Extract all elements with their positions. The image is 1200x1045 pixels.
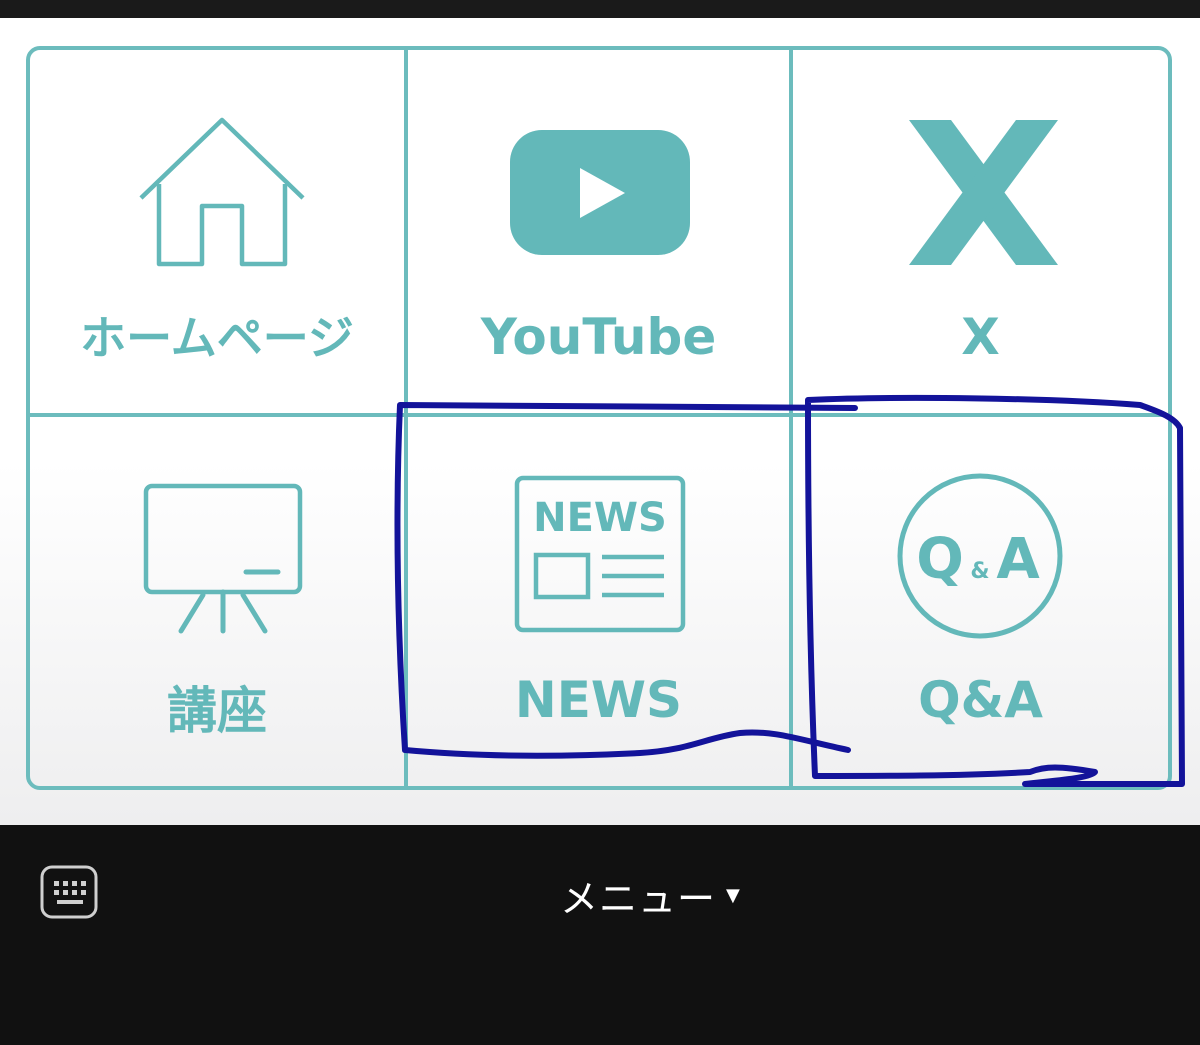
newspaper-icon: NEWS [514,475,686,633]
menu-item-qa[interactable]: Q & A Q&A [793,417,1168,786]
menu-item-news[interactable]: NEWS NEWS [408,417,789,786]
caret-down-icon: ▼ [726,884,740,906]
qa-icon-a: A [996,527,1040,592]
qa-icon-q: Q [916,527,964,592]
menu-item-label: Q&A [918,671,1043,729]
presentation-board-icon [143,483,303,634]
menu-item-label: X [961,308,1000,366]
menu-item-x[interactable]: X [793,50,1168,413]
menu-item-label: YouTube [480,308,717,366]
x-logo-icon [909,120,1058,265]
menu-item-label: ホームページ [80,311,354,365]
keyboard-toggle-button[interactable] [40,865,98,919]
keyboard-icon [40,865,98,919]
menu-toggle-label: メニュー [560,876,717,921]
chat-input-bar [0,825,1200,1045]
qa-circle-icon: Q & A [897,473,1063,639]
qa-icon-amp: & [970,559,989,584]
newspaper-icon-text: NEWS [533,495,667,541]
menu-item-youtube[interactable]: YouTube [408,50,789,413]
home-icon [139,117,305,267]
menu-toggle-button[interactable]: メニュー ▼ [560,870,740,921]
menu-item-homepage[interactable]: ホームページ [30,50,404,413]
youtube-icon [510,130,690,255]
menu-item-label: NEWS [514,671,683,729]
menu-item-label: 講座 [167,682,267,740]
menu-item-course[interactable]: 講座 [30,417,404,786]
status-strip [0,0,1200,18]
